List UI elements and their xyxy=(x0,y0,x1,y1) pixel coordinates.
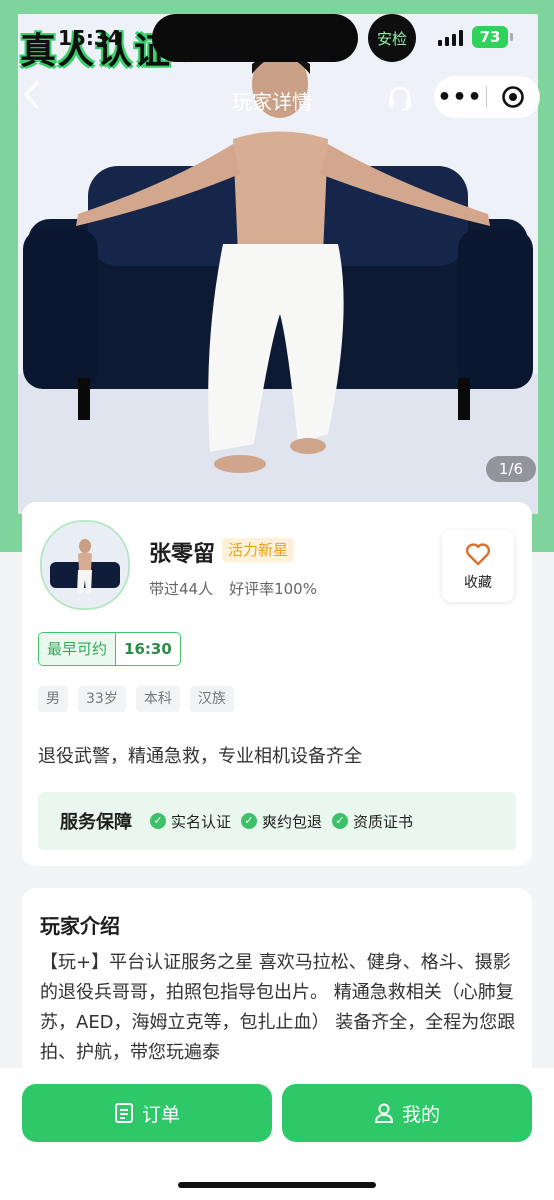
avatar[interactable] xyxy=(40,520,130,610)
tag-gender: 男 xyxy=(38,686,68,712)
back-button[interactable] xyxy=(22,80,52,116)
battery-tip xyxy=(510,33,513,41)
tag-age: 33岁 xyxy=(78,686,126,712)
hero-gallery[interactable]: 真人认证✈ 15:34 安检 73 玩家详情 ••• 1/6 xyxy=(0,0,554,552)
intro-text: 【玩+】平台认证服务之星 喜欢马拉松、健身、格斗、摄影的退役兵哥哥，拍照包指导包… xyxy=(40,952,516,1063)
headset-icon[interactable] xyxy=(386,84,414,112)
player-name: 张零留 xyxy=(149,542,216,567)
order-list-icon xyxy=(114,1103,133,1123)
user-icon xyxy=(374,1103,393,1123)
short-bio: 退役武警，精通急救，专业相机设备齐全 xyxy=(38,746,362,767)
page-title: 玩家详情 xyxy=(232,90,312,114)
order-label: 订单 xyxy=(141,1103,180,1126)
rating: 好评率100% xyxy=(229,580,317,598)
status-time: 15:34 xyxy=(58,26,122,50)
favorite-button[interactable]: 收藏 xyxy=(442,530,514,602)
attribute-tags: 男 33岁 本科 汉族 xyxy=(38,686,234,712)
dynamic-island xyxy=(152,14,358,62)
guarantee-label: 资质证书 xyxy=(353,812,414,831)
check-icon: ✓ xyxy=(332,813,349,829)
check-icon: ✓ xyxy=(241,813,258,829)
guarantee-label: 爽约包退 xyxy=(262,812,323,831)
signal-icon xyxy=(438,30,463,46)
tag-education: 本科 xyxy=(135,686,180,712)
check-icon: ✓ xyxy=(150,813,166,829)
favorite-label: 收藏 xyxy=(464,575,492,591)
tag-ethnicity: 汉族 xyxy=(189,686,234,712)
earliest-time: 16:30 xyxy=(124,640,172,658)
mine-button[interactable]: 我的 xyxy=(282,1084,532,1142)
guarantee-title: 服务保障 xyxy=(60,812,132,833)
heart-icon xyxy=(465,543,491,566)
close-target-button[interactable] xyxy=(487,85,539,109)
player-stats: 带过44人 好评率100% xyxy=(149,578,317,599)
bottom-action-bar: 订单 我的 xyxy=(0,1068,554,1200)
mine-label: 我的 xyxy=(401,1103,440,1126)
battery-indicator: 73 xyxy=(472,26,508,48)
earliest-available: 最早可约 16:30 xyxy=(38,632,181,666)
intro-title: 玩家介绍 xyxy=(40,914,120,938)
home-indicator[interactable] xyxy=(178,1182,376,1188)
served-count: 带过44人 xyxy=(149,580,214,598)
more-dots-icon[interactable]: ••• xyxy=(434,85,486,110)
guarantee-item: ✓ 爽约包退 xyxy=(241,811,322,832)
earliest-label: 最早可约 xyxy=(39,633,117,665)
guarantee-item: ✓ 实名认证 xyxy=(150,811,231,832)
target-icon xyxy=(502,86,524,108)
security-check-badge[interactable]: 安检 xyxy=(368,14,416,62)
guarantee-item: ✓ 资质证书 xyxy=(332,811,413,832)
mini-program-capsule: ••• xyxy=(434,76,540,118)
chevron-left-icon xyxy=(23,81,39,109)
profile-card: 张零留 活力新星 带过44人 好评率100% 收藏 最早可约 16:30 男 33… xyxy=(22,502,532,866)
service-guarantee: 服务保障 ✓ 实名认证 ✓ 爽约包退 ✓ 资质证书 xyxy=(38,792,516,850)
order-button[interactable]: 订单 xyxy=(22,1084,272,1142)
gallery-counter: 1/6 xyxy=(486,456,536,482)
rising-star-badge: 活力新星 xyxy=(222,538,295,562)
guarantee-label: 实名认证 xyxy=(171,812,232,831)
